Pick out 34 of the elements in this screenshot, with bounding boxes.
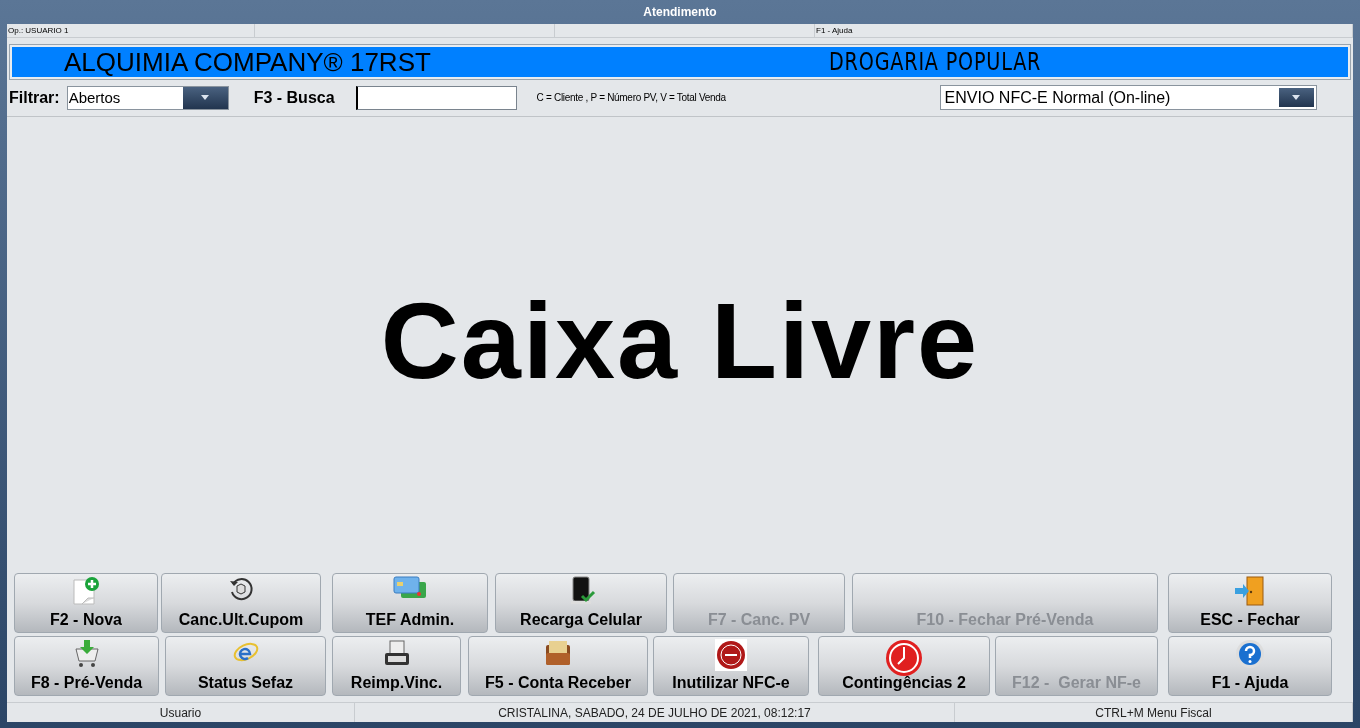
function-button[interactable]: Inutilizar NFC-e: [653, 636, 809, 696]
undo-package-icon: [228, 576, 254, 602]
cash-register-status: Caixa Livre: [380, 287, 980, 395]
folder-box-icon: [544, 639, 572, 667]
function-button[interactable]: Status Sefaz: [165, 636, 326, 696]
status-text: CRISTALINA, SABADO, 24 DE JULHO DE 2021, 08:12:17: [498, 704, 811, 722]
function-button[interactable]: ESC - Fechar: [1168, 573, 1332, 633]
nfce-mode-dropdown[interactable]: ENVIO NFC-E Normal (On-line): [939, 85, 1317, 110]
exit-door-icon: [1234, 576, 1266, 606]
function-button[interactable]: F1 - Ajuda: [1168, 636, 1332, 696]
function-button[interactable]: F2 - Nova: [14, 573, 158, 633]
filter-label: Filtrar:: [9, 87, 60, 108]
function-button[interactable]: Reimp.Vinc.: [332, 636, 461, 696]
filter-dropdown[interactable]: Abertos: [66, 85, 229, 110]
function-button[interactable]: TEF Admin.: [332, 573, 488, 633]
company-name: ALQUIMIA COMPANY® 17RST: [64, 49, 432, 75]
status-text: Op.: USUARIO 1: [8, 26, 69, 35]
store-name: DROGARIA POPULAR: [829, 50, 1042, 74]
search-hint: C = Cliente , P = Número PV, V = Total Venda: [536, 91, 727, 105]
help-icon: [1235, 639, 1265, 669]
clock-icon: [885, 639, 923, 677]
status-text: CTRL+M Menu Fiscal: [1095, 704, 1212, 722]
status-text: Usuario: [159, 704, 202, 722]
function-button[interactable]: Recarga Celular: [495, 573, 667, 633]
function-button[interactable]: F8 - Pré-Venda: [14, 636, 159, 696]
function-button[interactable]: F5 - Conta Receber: [468, 636, 648, 696]
function-button[interactable]: Contingências 2: [818, 636, 990, 696]
credit-cards-icon: [393, 576, 427, 600]
search-field[interactable]: [355, 85, 517, 110]
search-label: F3 - Busca: [253, 87, 335, 108]
function-button[interactable]: Canc.Ult.Cupom: [161, 573, 321, 633]
status-text: F1 - Ajuda: [816, 26, 853, 35]
window-title: Atendimento: [643, 4, 717, 21]
new-document-icon: [71, 576, 101, 606]
